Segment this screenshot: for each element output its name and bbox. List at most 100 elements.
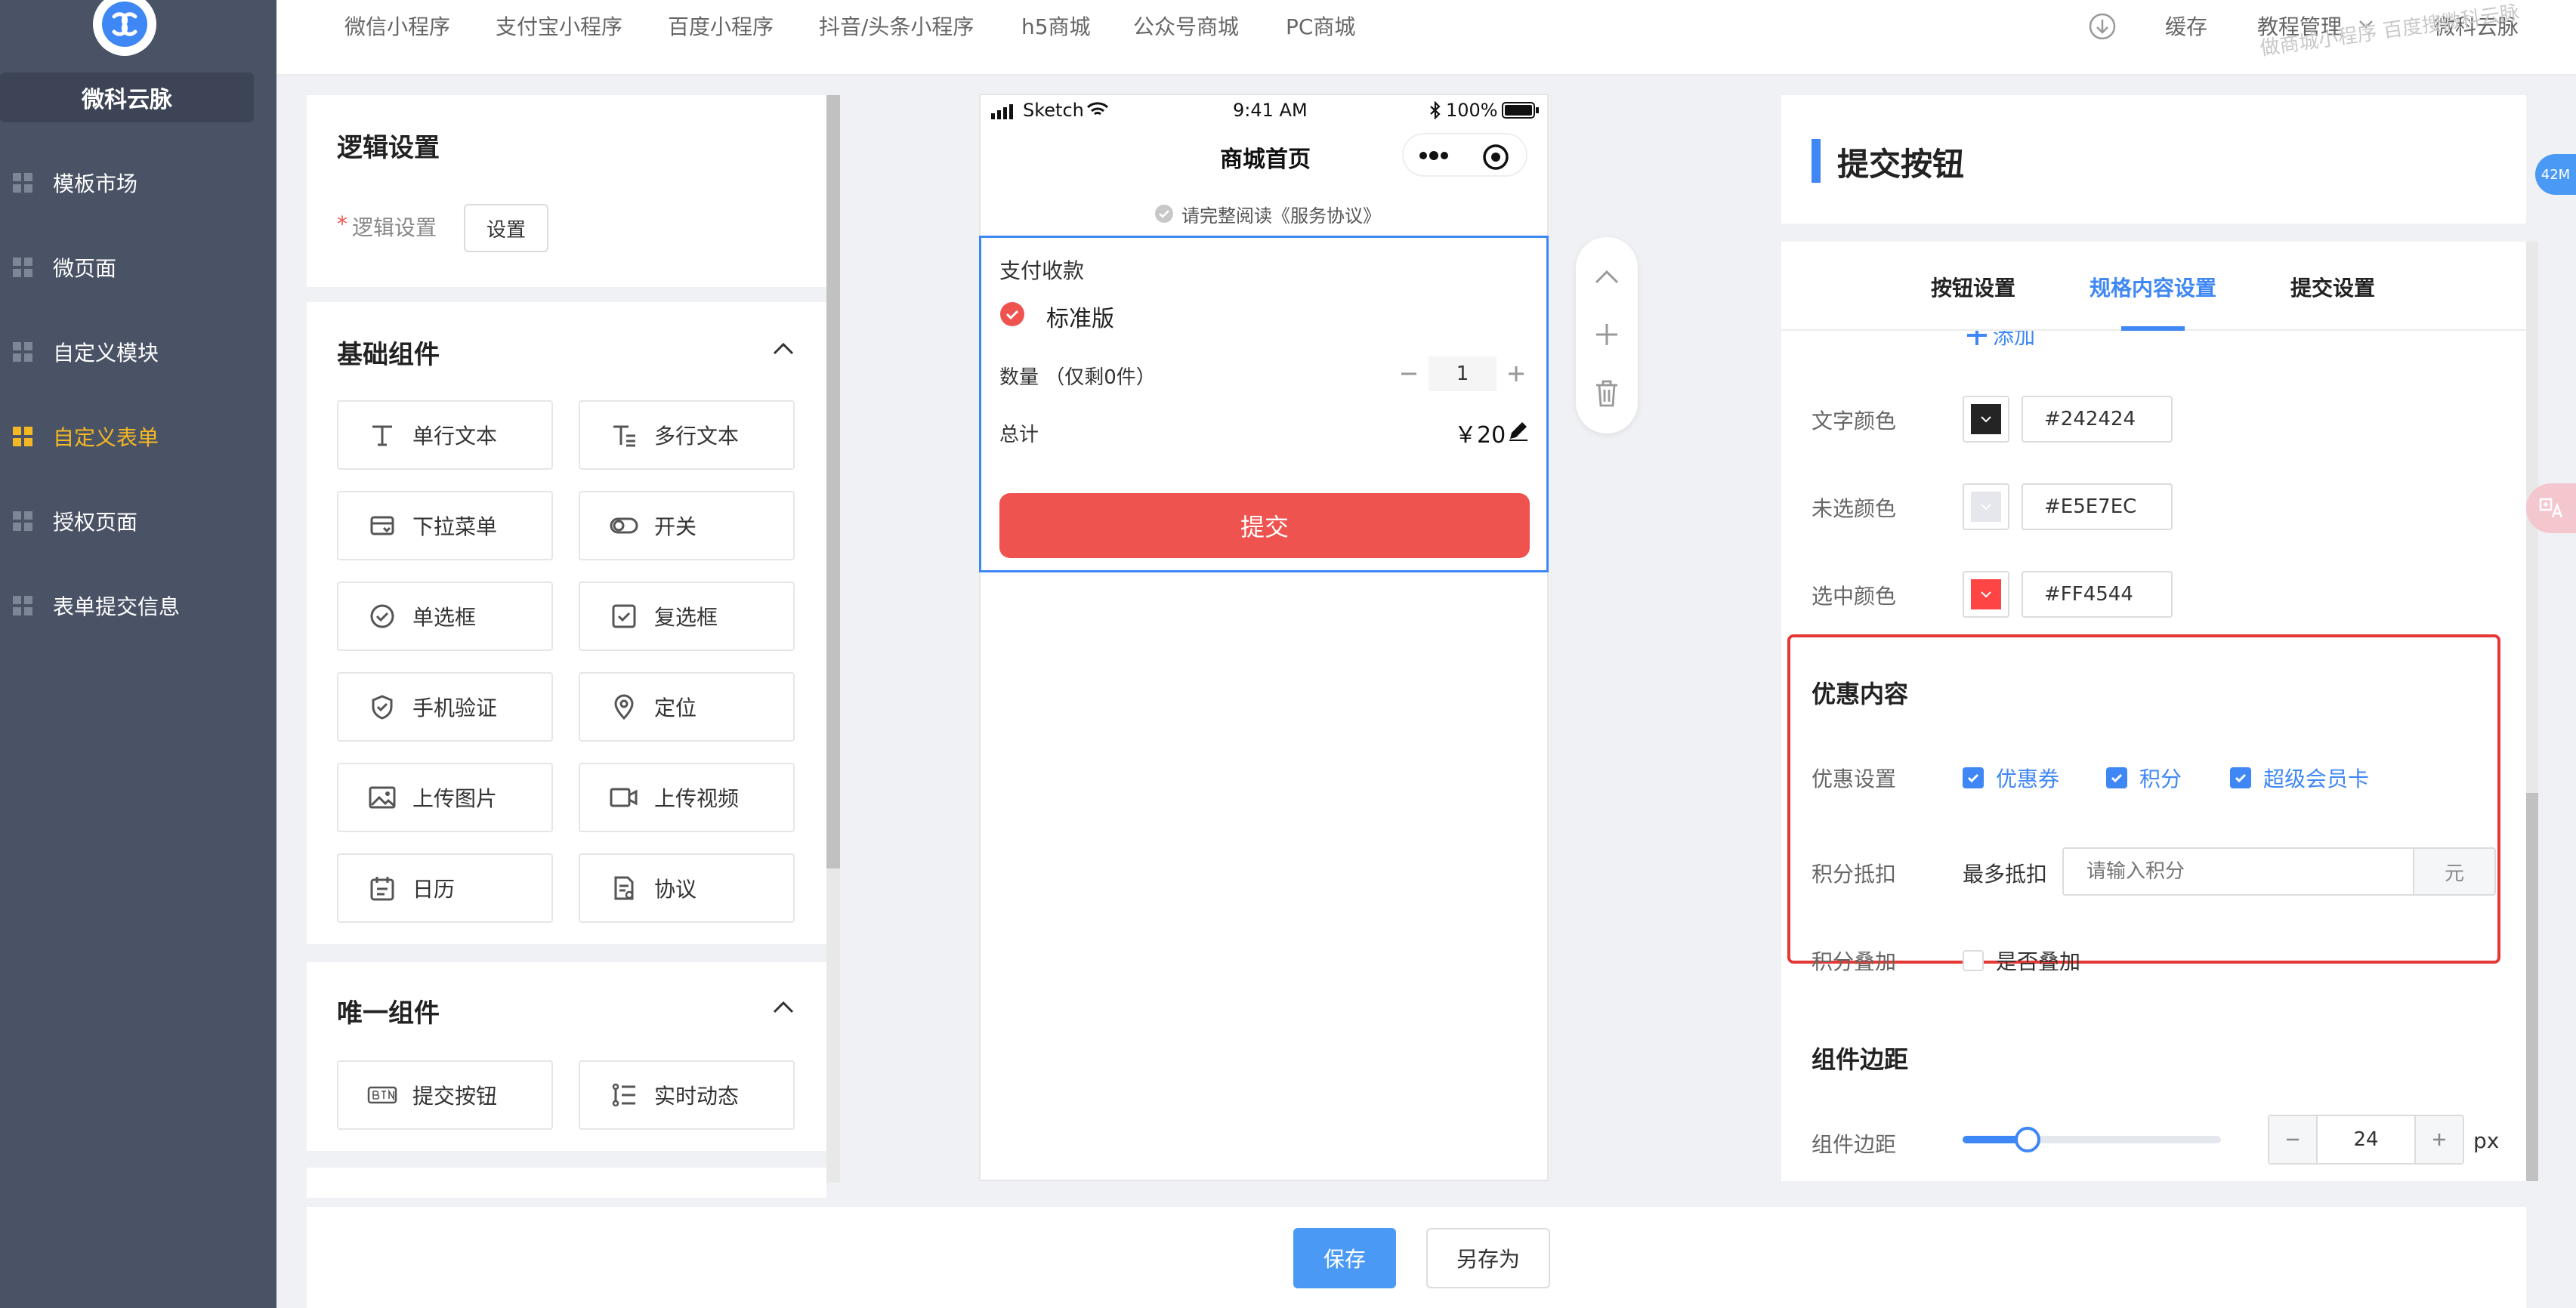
selected-color-input[interactable]: #FF4544 [2022,571,2173,618]
margin-stepper[interactable]: 24 [2268,1115,2464,1165]
component-phone-verify[interactable]: 手机验证 [337,672,553,742]
download-icon[interactable] [2088,12,2117,41]
quantity-value[interactable]: 1 [1429,356,1496,391]
selected-color-swatch[interactable] [1963,571,2009,618]
unselected-color-input[interactable]: #E5E7EC [2022,483,2173,530]
next-panel-edge [307,1168,826,1198]
component-live-feed[interactable]: 实时动态 [579,1060,795,1130]
tab-wechat-miniprogram[interactable]: 微信小程序 [344,11,450,41]
dropdown-icon [367,511,397,541]
tab-spec-content-settings[interactable]: 规格内容设置 [2090,272,2216,302]
minus-icon [2287,1138,2299,1141]
component-location[interactable]: 定位 [579,672,795,742]
tab-baidu-miniprogram[interactable]: 百度小程序 [668,11,774,41]
component-upload-image[interactable]: 上传图片 [337,763,553,832]
discount-setting-label: 优惠设置 [1812,767,1897,791]
edit-icon[interactable] [1507,419,1530,442]
plus-icon[interactable] [1496,354,1536,393]
sidebar-item-form-submissions[interactable]: 表单提交信息 [0,575,276,636]
save-button[interactable]: 保存 [1293,1228,1396,1288]
close-mini-icon[interactable] [1482,143,1509,171]
memory-badge[interactable]: 42M [2535,154,2576,195]
option-checked-icon[interactable] [999,301,1025,327]
logic-settings-panel: 逻辑设置 * 逻辑设置 设置 [307,95,826,287]
chevron-up-icon[interactable] [772,1000,795,1015]
component-upload-video[interactable]: 上传视频 [579,763,795,832]
unselected-color-swatch[interactable] [1963,483,2009,530]
option-label: 标准版 [1046,306,1114,332]
component-agreement[interactable]: 协议 [579,853,795,923]
save-as-button[interactable]: 另存为 [1426,1228,1550,1288]
move-up-icon[interactable] [1594,267,1620,285]
capsule-menu[interactable] [1402,133,1527,177]
radio-icon [367,601,397,631]
logic-settings-button[interactable]: 设置 [464,204,548,252]
margin-value[interactable]: 24 [2318,1116,2414,1163]
component-switch[interactable]: 开关 [579,491,795,560]
plus-icon [2433,1134,2445,1146]
tab-douyin-miniprogram[interactable]: 抖音/头条小程序 [819,11,974,41]
minus-icon[interactable] [1389,354,1429,393]
tab-wechat-official-mall[interactable]: 公众号商城 [1133,11,1239,41]
component-calendar[interactable]: 日历 [337,853,553,923]
translate-float-button[interactable] [2526,483,2576,533]
left-scrollbar-thumb[interactable] [826,95,840,868]
points-input[interactable] [2064,849,2413,894]
agreement-check-icon[interactable] [1154,204,1174,224]
component-multi-line-text[interactable]: 多行文本 [579,400,795,470]
tab-h5-mall[interactable]: h5商城 [1021,11,1091,41]
sidebar-item-label: 表单提交信息 [53,594,181,619]
tab-button-settings[interactable]: 按钮设置 [1931,272,2015,302]
multi-line-text-icon [609,420,639,450]
component-dropdown[interactable]: 下拉菜单 [337,491,553,560]
sidebar-item-custom-module[interactable]: 自定义模块 [0,322,276,382]
selected-pay-block[interactable]: 支付收款 标准版 数量 （仅剩0件） 1 总计 ￥20 提交 [979,236,1549,572]
grid-icon [13,342,32,362]
sidebar-item-auth-page[interactable]: 授权页面 [0,491,276,551]
component-label: 定位 [654,696,697,720]
points-checkbox[interactable]: 积分 [2106,763,2182,793]
phone-submit-button[interactable]: 提交 [999,493,1530,558]
bluetooth-icon [1430,101,1441,119]
footer-bar: 保存 另存为 [307,1207,2526,1308]
text-color-input[interactable]: #242424 [2022,396,2173,443]
chevron-up-icon[interactable] [772,341,795,356]
sidebar-item-template-market[interactable]: 模板市场 [0,153,276,213]
stack-checkbox[interactable]: 是否叠加 [1963,946,2080,976]
carrier-text: Sketch [1023,100,1084,121]
vip-card-checkbox[interactable]: 超级会员卡 [2230,763,2369,793]
component-radio[interactable]: 单选框 [337,582,553,651]
delete-icon[interactable] [1594,379,1620,408]
add-icon[interactable] [1594,322,1620,347]
margin-slider-track[interactable] [1963,1127,2221,1152]
tab-alipay-miniprogram[interactable]: 支付宝小程序 [496,11,622,41]
component-submit-button[interactable]: 提交按钮 [337,1060,553,1130]
component-label: 单选框 [412,605,477,630]
component-single-line-text[interactable]: 单行文本 [337,400,553,470]
sidebar-item-micro-page[interactable]: 微页面 [0,237,276,298]
tab-pc-mall[interactable]: PC商城 [1286,11,1355,41]
max-deduct-label: 最多抵扣 [1963,862,2048,887]
chevron-down-icon [1981,416,1991,423]
margin-slider-thumb[interactable] [2014,1127,2040,1152]
cache-link[interactable]: 缓存 [2165,11,2207,41]
margin-unit: px [2473,1128,2500,1153]
agreement-text[interactable]: 请完整阅读《服务协议》 [1181,201,1381,227]
more-dots-icon[interactable] [1417,148,1450,163]
quantity-stepper[interactable]: 1 [1389,354,1537,393]
phone-preview: Sketch 9:41 AM 100% 商城首页 请完整阅读《服务协议》 支付收… [979,94,1549,1181]
sidebar-item-label: 自定义表单 [53,425,159,450]
right-scrollbar-thumb[interactable] [2526,793,2538,1181]
signal-icon [991,104,1013,119]
battery-icon [1502,102,1539,119]
status-time: 9:41 AM [1233,100,1308,121]
active-tab-indicator [2121,326,2185,331]
text-color-swatch[interactable] [1963,396,2009,443]
component-checkbox[interactable]: 复选框 [579,582,795,651]
location-icon [609,692,639,722]
margin-minus-button[interactable] [2269,1116,2318,1163]
coupon-checkbox[interactable]: 优惠券 [1963,763,2059,793]
sidebar-item-custom-form[interactable]: 自定义表单 [0,406,276,467]
margin-plus-button[interactable] [2414,1116,2463,1163]
tab-submit-settings[interactable]: 提交设置 [2290,272,2375,302]
